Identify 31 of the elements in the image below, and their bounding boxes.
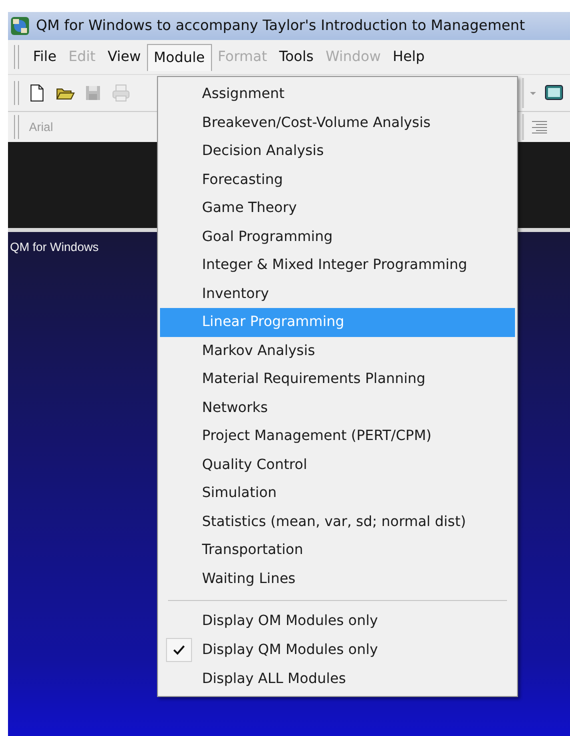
menu-option[interactable]: Markov Analysis — [160, 336, 515, 365]
menu-option[interactable]: Quality Control — [160, 450, 515, 479]
menu-option[interactable]: Material Requirements Planning — [160, 365, 515, 394]
menu-item[interactable]: File — [27, 44, 62, 70]
menu-option[interactable]: Display ALL Modules — [202, 670, 346, 686]
panel-title: QM for Windows — [10, 240, 99, 254]
app-icon — [10, 16, 30, 36]
menu-item[interactable]: Tools — [273, 44, 320, 70]
menu-option[interactable]: Game Theory — [160, 194, 515, 222]
menu-option[interactable]: Integer & Mixed Integer Programming — [160, 251, 515, 280]
menu-option[interactable]: Decision Analysis — [160, 137, 515, 166]
monitor-icon[interactable] — [544, 83, 564, 103]
window-title: QM for Windows to accompany Taylor's Introduction to Management — [36, 18, 525, 34]
menu-option[interactable]: Goal Programming — [160, 222, 515, 251]
menu-option[interactable]: Networks — [160, 394, 515, 422]
menu-option[interactable]: Transportation — [160, 536, 515, 564]
menu-item[interactable]: Help — [386, 44, 431, 70]
menu-item[interactable]: Module — [146, 44, 212, 70]
menu-item[interactable]: View — [102, 44, 147, 70]
menu-option[interactable]: Display QM Modules only — [202, 642, 378, 658]
menu-option[interactable]: Statistics (mean, var, sd; normal dist) — [160, 508, 515, 536]
menu-option[interactable]: Breakeven/Cost-Volume Analysis — [160, 108, 515, 137]
menu-option[interactable]: Inventory — [160, 280, 515, 308]
menu-option[interactable]: Assignment — [160, 80, 515, 108]
dropdown-arrow-icon[interactable] — [530, 92, 536, 94]
menu-option[interactable]: Project Management (PERT/CPM) — [160, 422, 515, 450]
menu-option[interactable]: Waiting Lines — [160, 564, 515, 593]
align-right-icon[interactable] — [530, 120, 548, 134]
menu-option[interactable]: Display OM Modules only — [202, 612, 378, 628]
menu-option[interactable]: Simulation — [160, 479, 515, 508]
menu-option[interactable]: Forecasting — [160, 166, 515, 194]
